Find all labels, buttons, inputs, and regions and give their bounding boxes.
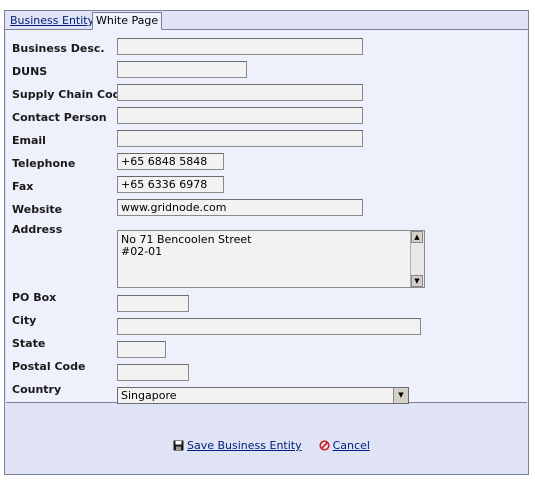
cancel-button[interactable]: Cancel bbox=[333, 439, 370, 452]
po-box-label: PO Box bbox=[12, 291, 57, 304]
postal-code-label: Postal Code bbox=[12, 360, 86, 373]
duns-field[interactable] bbox=[117, 61, 247, 78]
address-text: No 71 Bencoolen Street #02-01 bbox=[121, 233, 252, 258]
postal-code-field[interactable] bbox=[117, 364, 189, 381]
state-label: State bbox=[12, 337, 46, 350]
country-selected-value: Singapore bbox=[121, 389, 177, 402]
supply-chain-code-field[interactable] bbox=[117, 84, 363, 101]
country-select[interactable]: Singapore ▼ bbox=[117, 387, 409, 404]
country-label: Country bbox=[12, 383, 62, 396]
telephone-field[interactable]: +65 6848 5848 bbox=[117, 153, 224, 170]
email-label: Email bbox=[12, 134, 46, 147]
state-field[interactable] bbox=[117, 341, 166, 358]
floppy-disk-icon[interactable] bbox=[173, 440, 184, 454]
contact-person-label: Contact Person bbox=[12, 111, 107, 124]
action-links: Save Business Entity Cancel bbox=[173, 439, 370, 454]
tab-business-entity[interactable]: Business Entity bbox=[7, 13, 97, 29]
duns-label: DUNS bbox=[12, 65, 48, 78]
telephone-label: Telephone bbox=[12, 157, 76, 170]
contact-person-field[interactable] bbox=[117, 107, 363, 124]
city-label: City bbox=[12, 314, 37, 327]
dropdown-arrow-icon[interactable]: ▼ bbox=[393, 388, 408, 403]
fax-label: Fax bbox=[12, 180, 34, 193]
city-field[interactable] bbox=[117, 318, 421, 335]
website-label: Website bbox=[12, 203, 63, 216]
website-field[interactable]: www.gridnode.com bbox=[117, 199, 363, 216]
po-box-field[interactable] bbox=[117, 295, 189, 312]
tab-strip: Business Entity White Page bbox=[5, 11, 528, 30]
supply-chain-code-label: Supply Chain Code bbox=[12, 88, 128, 101]
scroll-up-icon[interactable]: ▲ bbox=[411, 231, 423, 243]
scroll-down-icon[interactable]: ▼ bbox=[411, 275, 423, 287]
business-desc-field[interactable] bbox=[117, 38, 363, 55]
address-textarea[interactable]: No 71 Bencoolen Street #02-01 ▲ ▼ bbox=[117, 230, 425, 288]
save-business-entity-button[interactable]: Save Business Entity bbox=[187, 439, 302, 452]
address-label: Address bbox=[12, 223, 63, 236]
business-desc-label: Business Desc. bbox=[12, 42, 105, 55]
fax-field[interactable]: +65 6336 6978 bbox=[117, 176, 224, 193]
tab-white-page[interactable]: White Page bbox=[92, 12, 163, 30]
address-scrollbar[interactable]: ▲ ▼ bbox=[410, 231, 424, 287]
cancel-circle-icon[interactable] bbox=[319, 440, 330, 454]
email-field[interactable] bbox=[117, 130, 363, 147]
action-footer: Save Business Entity Cancel bbox=[6, 404, 527, 473]
white-page-form: Business Desc. DUNS Supply Chain Code Co… bbox=[6, 30, 527, 404]
business-entity-panel: Business Entity White Page Business Desc… bbox=[4, 10, 529, 475]
